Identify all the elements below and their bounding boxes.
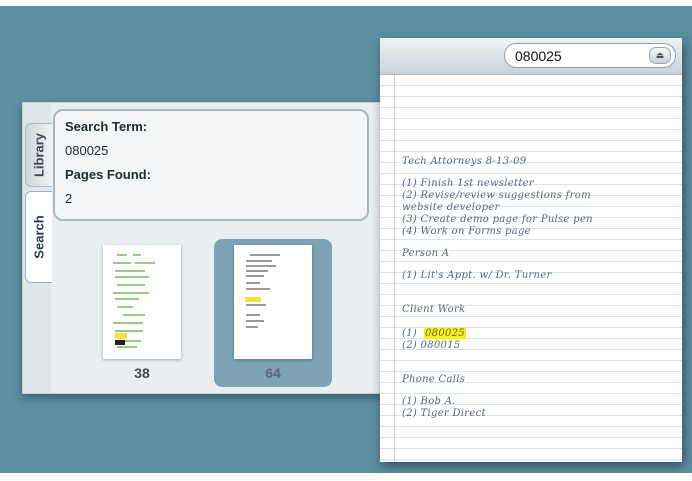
eject-icon[interactable]: ⏏ — [649, 47, 671, 64]
note-line: Tech Attorneys 8-13-09 — [402, 156, 527, 167]
search-term-label: Search Term: — [65, 119, 148, 134]
page-number: 38 — [134, 365, 150, 381]
tab-library-label: Library — [31, 132, 47, 178]
note-line: (1) Lit's Appt. w/ Dr. Turner — [402, 270, 552, 281]
screenshot-frame: Library Search Search Term: 080025 Pages… — [0, 0, 692, 481]
tab-search[interactable]: Search — [25, 191, 52, 283]
note-line: (1) Finish 1st newsletter — [402, 178, 534, 189]
note-line-prefix: (1) — [402, 328, 418, 339]
page-number: 64 — [265, 365, 281, 381]
notebook-search-field[interactable]: ⏏ — [504, 43, 676, 68]
note-line: (3) Create demo page for Pulse pen — [402, 214, 593, 225]
bottom-border — [0, 473, 692, 481]
search-panel: Library Search Search Term: 080025 Pages… — [22, 102, 396, 394]
tab-search-label: Search — [31, 215, 47, 259]
handwriting-preview-image — [113, 254, 155, 348]
page-thumbnail-image — [103, 245, 181, 359]
note-line: website developer — [402, 202, 500, 213]
page-thumbnail-64[interactable]: 64 — [214, 239, 332, 387]
note-line: (1) Bob A. — [402, 396, 456, 407]
search-info-box: Search Term: 080025 Pages Found: 2 — [53, 109, 369, 221]
tab-library[interactable]: Library — [25, 123, 52, 187]
notebook-toolbar: ⏏ — [380, 38, 682, 75]
page-thumbnail-38[interactable]: 38 — [83, 239, 201, 387]
note-line: Phone Calls — [402, 374, 466, 385]
note-line: (2) Revise/review suggestions from — [402, 190, 591, 201]
note-line: (2) 080015 — [402, 340, 461, 351]
pages-found-label: Pages Found: — [65, 167, 151, 182]
note-line: Client Work — [402, 304, 466, 315]
note-line: (2) Tiger Direct — [402, 408, 486, 419]
notebook-page: ⏏ Tech Attorneys 8-13-09 (1) Finish 1st … — [380, 38, 682, 462]
handwriting-preview-image — [245, 254, 280, 328]
pages-found-value: 2 — [65, 191, 73, 206]
top-border — [0, 0, 692, 6]
notebook-search-input[interactable] — [513, 46, 647, 66]
note-line: Person A — [402, 248, 450, 259]
highlighted-search-match: 080025 — [424, 328, 466, 339]
margin-line — [394, 75, 395, 462]
note-line: (4) Work on Forms page — [402, 226, 531, 237]
page-thumbnail-image — [234, 245, 312, 359]
tab-strip: Library Search — [23, 103, 52, 393]
search-term-value: 080025 — [65, 143, 109, 158]
